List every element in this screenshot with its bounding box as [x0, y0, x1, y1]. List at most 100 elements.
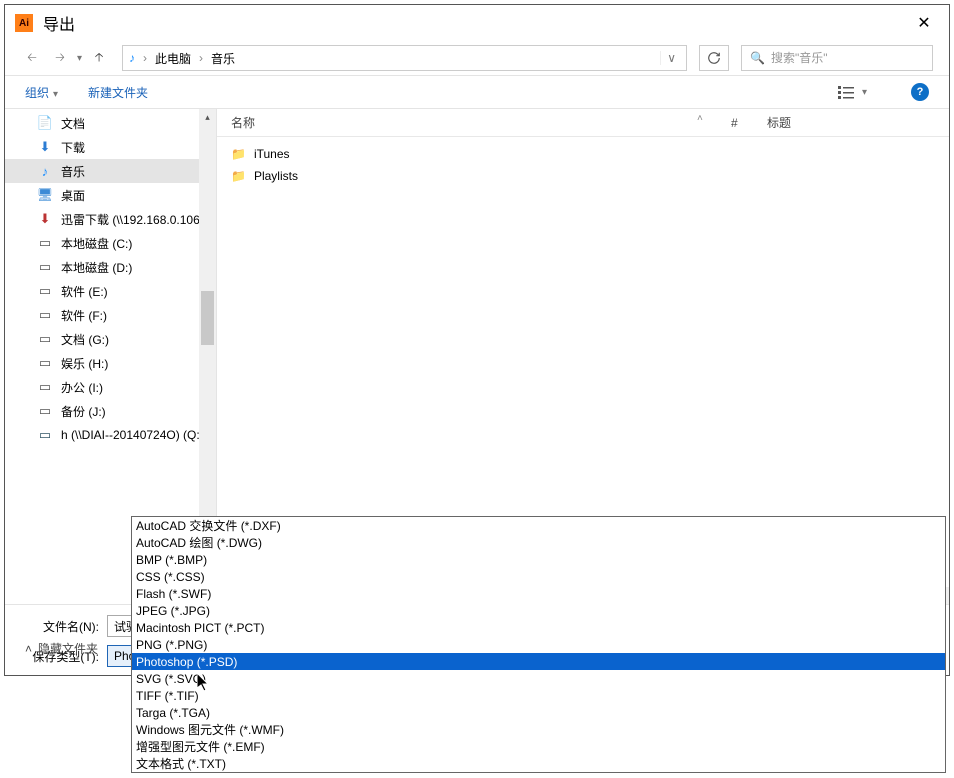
filetype-option[interactable]: SVG (*.SVG) [132, 670, 945, 687]
tree-item[interactable]: ▭ 本地磁盘 (C:) [5, 231, 216, 255]
tree-item-label: 软件 (F:) [61, 307, 107, 324]
filetype-option[interactable]: Flash (*.SWF) [132, 585, 945, 602]
dl-icon: ⬇ [37, 139, 53, 155]
tree-item-label: 迅雷下载 (\\192.168.0.106) [61, 211, 204, 228]
breadcrumb-root[interactable]: 此电脑 [149, 50, 197, 67]
tree-item[interactable]: ⬇ 下载 [5, 135, 216, 159]
tree-item[interactable]: ▭ 备份 (J:) [5, 399, 216, 423]
tree-item[interactable]: 🖥 桌面 [5, 183, 216, 207]
chevron-up-icon: ˄ [25, 642, 32, 656]
filetype-option[interactable]: Macintosh PICT (*.PCT) [132, 619, 945, 636]
organize-button[interactable]: 组织▾ [25, 84, 58, 101]
folder-icon: 📁 [231, 169, 246, 183]
column-header: 名称 # 标题 ˄ [217, 109, 949, 137]
hide-folders-button[interactable]: ˄ 隐藏文件夹 [25, 640, 98, 657]
back-button[interactable]: 🡠 [21, 47, 43, 69]
filetype-option[interactable]: Photoshop (*.PSD) [132, 653, 945, 670]
separator-icon: › [197, 51, 205, 65]
tree-item-label: 文档 (G:) [61, 331, 109, 348]
filetype-dropdown: AutoCAD 交换文件 (*.DXF)AutoCAD 绘图 (*.DWG)BM… [131, 516, 946, 773]
tree-item-label: 备份 (J:) [61, 403, 106, 420]
tree-item-label: 桌面 [61, 187, 85, 204]
filetype-option[interactable]: AutoCAD 绘图 (*.DWG) [132, 534, 945, 551]
filetype-option[interactable]: AutoCAD 交换文件 (*.DXF) [132, 517, 945, 534]
breadcrumb-folder[interactable]: 音乐 [205, 50, 241, 67]
history-dropdown-icon[interactable]: ▾ [77, 53, 82, 64]
drive-icon: ▭ [37, 355, 53, 371]
file-row[interactable]: 📁 Playlists [231, 165, 935, 187]
tree-item[interactable]: ▭ 软件 (E:) [5, 279, 216, 303]
tree-item-label: 文档 [61, 115, 85, 132]
tree-item-label: 本地磁盘 (C:) [61, 235, 132, 252]
drive-icon: ▭ [37, 259, 53, 275]
close-button[interactable]: ✕ [909, 8, 939, 38]
filetype-option[interactable]: Targa (*.TGA) [132, 704, 945, 721]
tree-item-label: 本地磁盘 (D:) [61, 259, 132, 276]
desk-icon: 🖥 [37, 187, 53, 203]
title-bar: Ai 导出 ✕ [5, 5, 949, 41]
search-icon: 🔍 [750, 51, 765, 65]
nav-bar: 🡠 🡢 ▾ 🡡 ♪ › 此电脑 › 音乐 ∨ 🔍 [5, 41, 949, 75]
scroll-up-icon[interactable]: ▴ [199, 109, 216, 125]
toolbar: 组织▾ 新建文件夹 ▾ ? [5, 75, 949, 109]
filetype-option[interactable]: CSS (*.CSS) [132, 568, 945, 585]
path-bar[interactable]: ♪ › 此电脑 › 音乐 ∨ [122, 45, 687, 71]
sort-indicator-icon: ˄ [697, 113, 703, 124]
net-icon: ▭ [37, 427, 53, 443]
drive-icon: ▭ [37, 307, 53, 323]
tree-item-label: 下载 [61, 139, 85, 156]
tree-item-label: 娱乐 (H:) [61, 355, 108, 372]
music-icon: ♪ [129, 51, 135, 65]
view-mode-button[interactable]: ▾ [838, 85, 867, 99]
drive-icon: ▭ [37, 379, 53, 395]
dialog-title: 导出 [43, 11, 909, 35]
file-row[interactable]: 📁iTunes [231, 143, 935, 165]
tree-item[interactable]: ▭ 办公 (I:) [5, 375, 216, 399]
file-list: 📁iTunes 📁 Playlists [217, 137, 949, 193]
col-name[interactable]: 名称 [231, 114, 731, 131]
tree-item[interactable]: ▭ 软件 (F:) [5, 303, 216, 327]
filetype-option[interactable]: Windows 图元文件 (*.WMF) [132, 721, 945, 738]
tree-item[interactable]: ▭ 本地磁盘 (D:) [5, 255, 216, 279]
help-button[interactable]: ? [911, 83, 929, 101]
forward-button[interactable]: 🡢 [49, 47, 71, 69]
tree-item-label: 音乐 [61, 163, 85, 180]
filetype-option[interactable]: PNG (*.PNG) [132, 636, 945, 653]
search-box[interactable]: 🔍 [741, 45, 933, 71]
tree-item-label: 软件 (E:) [61, 283, 108, 300]
tree-item[interactable]: ▭ 文档 (G:) [5, 327, 216, 351]
filetype-option[interactable]: TIFF (*.TIF) [132, 687, 945, 704]
col-number[interactable]: # [731, 116, 767, 130]
tree-item-label: h (\\DIAI--20140724O) (Q:) [61, 428, 204, 442]
search-input[interactable] [771, 51, 924, 65]
file-name: Playlists [254, 169, 298, 183]
filename-label: 文件名(N): [23, 618, 107, 635]
hide-folders-label: 隐藏文件夹 [38, 640, 98, 657]
tree-item[interactable]: ▭ h (\\DIAI--20140724O) (Q:) [5, 423, 216, 447]
tree-item[interactable]: ♪ 音乐 [5, 159, 216, 183]
drive-icon: ▭ [37, 403, 53, 419]
chevron-down-icon[interactable]: ∨ [660, 51, 682, 65]
filetype-option[interactable]: 文本格式 (*.TXT) [132, 755, 945, 772]
doc-icon: 📄 [37, 115, 53, 131]
tree-item[interactable]: ⬇ 迅雷下载 (\\192.168.0.106) [5, 207, 216, 231]
filetype-option[interactable]: 增强型图元文件 (*.EMF) [132, 738, 945, 755]
col-title[interactable]: 标题 [767, 114, 949, 131]
drive-icon: ▭ [37, 331, 53, 347]
xl-icon: ⬇ [37, 211, 53, 227]
filetype-option[interactable]: BMP (*.BMP) [132, 551, 945, 568]
app-logo-icon: Ai [15, 14, 33, 32]
refresh-button[interactable] [699, 45, 729, 71]
drive-icon: ▭ [37, 235, 53, 251]
scroll-thumb[interactable] [201, 291, 214, 345]
up-button[interactable]: 🡡 [88, 47, 110, 69]
tree-item[interactable]: ▭ 娱乐 (H:) [5, 351, 216, 375]
file-name: iTunes [254, 147, 290, 161]
drive-icon: ▭ [37, 283, 53, 299]
tree-item-label: 办公 (I:) [61, 379, 103, 396]
filetype-option[interactable]: JPEG (*.JPG) [132, 602, 945, 619]
tree-item[interactable]: 📄 文档 [5, 111, 216, 135]
new-folder-button[interactable]: 新建文件夹 [88, 84, 148, 101]
separator-icon: › [141, 51, 149, 65]
music-icon: ♪ [37, 164, 53, 179]
